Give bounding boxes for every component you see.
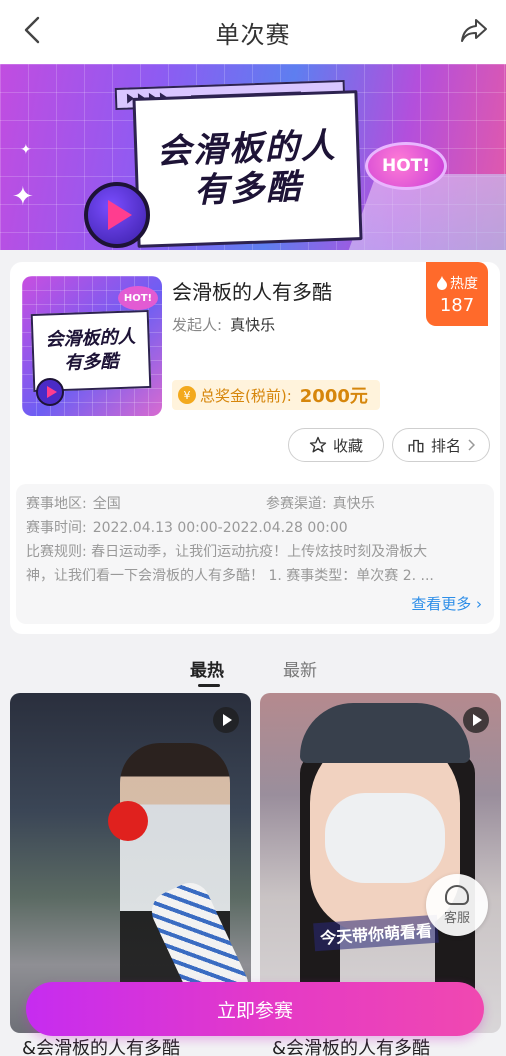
time-label: 赛事时间: xyxy=(26,520,87,536)
tab-hottest[interactable]: 最热 xyxy=(190,656,224,681)
region-value: 全国 xyxy=(92,496,121,512)
sparkle-icon: ✦ xyxy=(20,142,32,158)
thumb-hot-badge: HOT! xyxy=(118,286,158,310)
video-title: &会滑板的人有多酷 xyxy=(272,1038,431,1056)
customer-service-label: 客服 xyxy=(443,910,470,926)
channel-label: 参赛渠道: xyxy=(266,496,327,512)
banner-title-line2: 有多酷 xyxy=(193,167,303,211)
region-label: 赛事地区: xyxy=(26,496,87,512)
star-icon xyxy=(309,436,327,453)
video-title: &会滑板的人有多酷 xyxy=(22,1038,181,1056)
ranking-button[interactable]: 排名 xyxy=(392,428,490,462)
event-title: 会滑板的人有多酷 xyxy=(172,280,332,304)
favorite-button[interactable]: 收藏 xyxy=(288,428,384,462)
thumb-play-icon xyxy=(36,378,64,406)
heat-label: 热度 xyxy=(450,275,478,292)
rules-line2: 神，让我们看一下会滑板的人有多酷！ 1. 赛事类型：单次赛 2. ... xyxy=(26,568,434,584)
chevron-right-icon xyxy=(468,439,475,451)
event-info-card: HOT! 会滑板的人 有多酷 会滑板的人有多酷 发起人: 真快乐 热度 187 ¥… xyxy=(10,262,500,634)
video-thumbnail-balloon xyxy=(108,801,148,841)
join-button[interactable]: 立即参赛 xyxy=(26,982,484,1036)
banner-card: 会滑板的人 有多酷 xyxy=(132,90,363,248)
event-banner[interactable]: ✦ ✦ ✦ 会滑板的人 有多酷 HOT! xyxy=(0,64,506,250)
favorite-label: 收藏 xyxy=(332,436,363,455)
rules-line1: 比赛规则: 春日运动季，让我们运动抗疫！上传炫技时刻及滑板大 xyxy=(26,544,428,560)
prize-amount: 2000元 xyxy=(299,386,368,407)
video-play-icon xyxy=(213,707,239,733)
page-title: 单次赛 xyxy=(215,20,291,49)
share-icon[interactable] xyxy=(458,14,490,46)
heat-badge: 热度 187 xyxy=(426,262,488,326)
video-thumbnail-mask xyxy=(325,793,445,883)
video-play-icon xyxy=(463,707,489,733)
customer-service-button[interactable]: 客服 xyxy=(426,874,488,936)
thumb-title-line2: 有多酷 xyxy=(64,351,119,374)
ranking-icon xyxy=(408,439,424,453)
banner-title-line1: 会滑板的人 xyxy=(156,125,338,173)
organizer: 发起人: 真快乐 xyxy=(172,314,275,335)
back-arrow-icon[interactable] xyxy=(20,14,44,46)
event-thumbnail: HOT! 会滑板的人 有多酷 xyxy=(22,276,162,416)
flame-icon xyxy=(437,275,447,290)
header: 单次赛 xyxy=(0,0,506,64)
see-more-label: 查看更多 xyxy=(411,595,472,613)
heat-value: 187 xyxy=(439,294,475,316)
prize-label: 总奖金(税前): xyxy=(200,386,292,405)
sparkle-icon: ✦ xyxy=(12,182,34,212)
coin-icon: ¥ xyxy=(178,386,196,404)
time-value: 2022.04.13 00:00-2022.04.28 00:00 xyxy=(92,520,348,536)
video-tabs: 最热 最新 xyxy=(0,648,506,688)
headset-icon xyxy=(445,884,469,905)
video-thumbnail-cap xyxy=(300,703,470,763)
hot-badge: HOT! xyxy=(365,142,447,190)
channel-value: 真快乐 xyxy=(332,496,375,512)
tab-newest[interactable]: 最新 xyxy=(283,656,317,681)
organizer-label: 发起人: xyxy=(172,316,223,334)
ranking-label: 排名 xyxy=(430,436,461,455)
event-details: 赛事地区: 全国 参赛渠道: 真快乐 赛事时间: 2022.04.13 00:0… xyxy=(16,484,494,624)
organizer-name: 真快乐 xyxy=(230,316,276,334)
prize-badge: ¥ 总奖金(税前): 2000元 xyxy=(172,380,380,410)
play-icon xyxy=(84,182,150,248)
see-more-link[interactable]: 查看更多 › xyxy=(411,592,482,616)
tab-underline xyxy=(198,684,220,687)
thumb-title-line1: 会滑板的人 xyxy=(45,326,136,351)
